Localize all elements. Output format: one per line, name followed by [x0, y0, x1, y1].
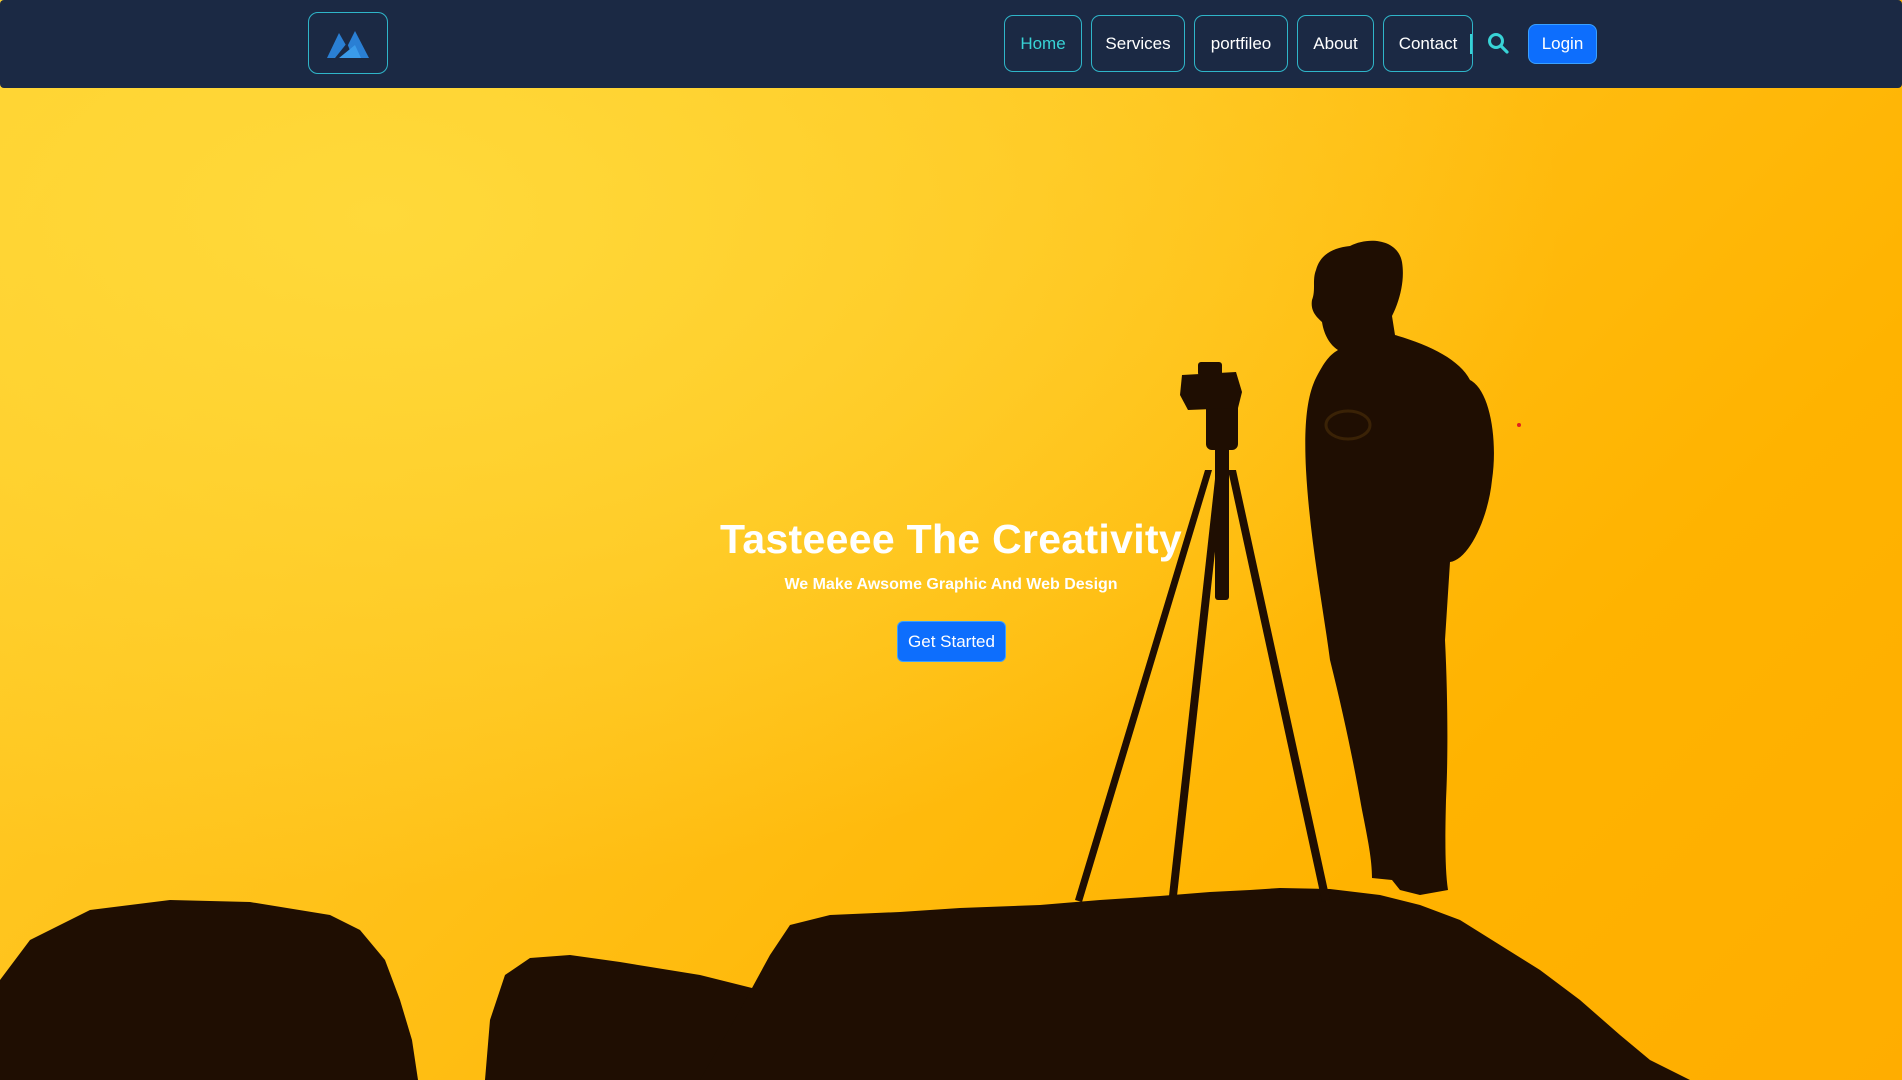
- page: Tasteeee The Creativity We Make Awsome G…: [0, 0, 1902, 1080]
- navbar: Home Services portfileo About Contact Lo…: [0, 0, 1902, 88]
- nav-link-portfolio[interactable]: portfileo: [1194, 15, 1288, 72]
- nav-link-home[interactable]: Home: [1004, 15, 1082, 72]
- get-started-button[interactable]: Get Started: [897, 621, 1006, 662]
- rock-main: [700, 888, 1690, 1080]
- nav-link-contact[interactable]: Contact: [1383, 15, 1473, 72]
- hero-section: Tasteeee The Creativity We Make Awsome G…: [0, 0, 1902, 1080]
- logo-link[interactable]: [308, 12, 388, 74]
- search-button[interactable]: [1486, 31, 1510, 55]
- camera-body: [1180, 372, 1242, 410]
- rock-left: [0, 900, 418, 1080]
- search-icon: [1488, 33, 1509, 54]
- nav-link-about[interactable]: About: [1297, 15, 1374, 72]
- nav-divider: [1470, 34, 1472, 54]
- brand-logo-icon: [327, 31, 369, 58]
- login-button[interactable]: Login: [1528, 24, 1597, 64]
- nav-link-services[interactable]: Services: [1091, 15, 1185, 72]
- person-silhouette: [1305, 240, 1494, 896]
- hero-title: Tasteeee The Creativity: [720, 516, 1182, 562]
- hero-subtitle: We Make Awsome Graphic And Web Design: [784, 576, 1118, 593]
- nav-links: Home Services portfileo About Contact: [1004, 15, 1473, 72]
- camera-top: [1198, 362, 1222, 376]
